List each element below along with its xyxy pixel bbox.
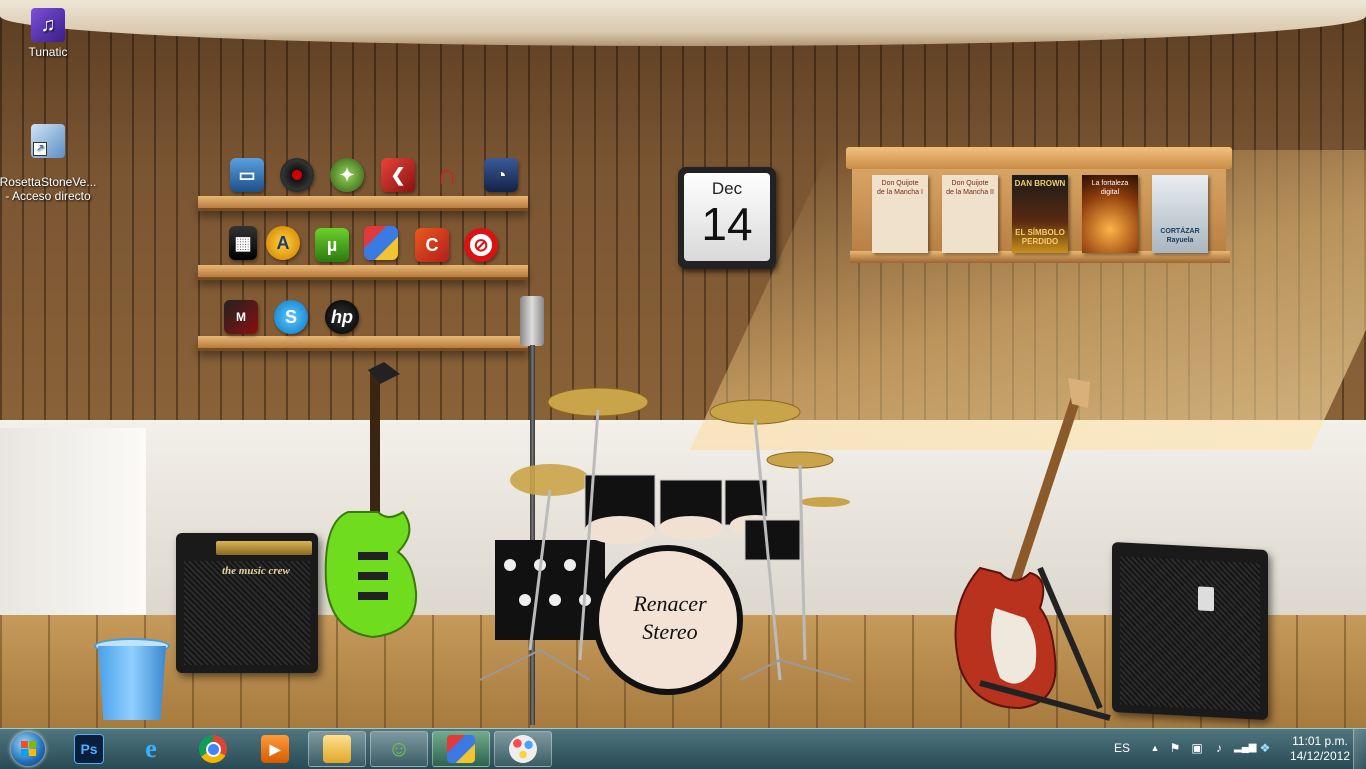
calendar-day: 14 [701,198,753,250]
folder-icon [323,735,351,763]
recycle-bin-icon [98,646,166,720]
bass-guitar [954,378,1111,721]
desktop-icon-label: Tunatic [28,45,68,59]
language-indicator[interactable]: ES [1114,741,1130,755]
rosetta-stone-icon: ↗ [31,124,65,158]
show-desktop-button[interactable] [1353,729,1366,769]
globe-icon[interactable]: ✦ [330,158,364,192]
blackberry-icon[interactable]: ▦ [229,226,257,260]
desktop-icon-tunatic[interactable]: ♫ Tunatic [0,8,98,59]
dropbox-icon[interactable]: ❖ [1258,741,1272,755]
desktop-icon-label: RosettaStoneVe... - Acceso directo [0,175,97,203]
video-converter-icon[interactable]: ◔ [484,158,518,192]
clock-time: 11:01 p.m. [1292,734,1348,748]
paint-palette-icon [509,735,537,763]
media-player-icon: ▶ [261,735,289,763]
taskbar-internet-explorer[interactable]: e [122,731,180,767]
system-tray: ES ▲ ⚑ ▣ ♪ ▂▄▆ ❖ 11:01 p.m. 14/12/2012 [1086,729,1366,769]
photoshop-icon: Ps [74,734,104,764]
drum-logo: Renacer Stereo [633,591,707,644]
computer-icon[interactable]: ▭ [230,158,264,192]
calendar-month: Dec [711,179,743,198]
drum-kit [479,387,851,695]
internet-explorer-icon: e [145,734,157,763]
start-button[interactable] [4,730,52,768]
clock-date: 14/12/2012 [1289,749,1350,763]
hp-icon[interactable]: hp [325,300,359,334]
book-dan-brown[interactable]: DAN BROWN EL SÍMBOLO PERDIDO [1012,175,1068,253]
recycle-bin[interactable] [94,638,170,722]
skype-icon[interactable]: S [274,300,308,334]
show-hidden-icons-icon[interactable]: ▲ [1148,741,1162,755]
bass-amplifier [1112,541,1268,721]
taskbar-messenger[interactable]: ☺ [370,731,428,767]
bookshelf-gadget[interactable]: Don Quijote de la Mancha I Don Quijote de … [846,147,1232,265]
avast-icon[interactable]: A [266,226,300,260]
action-center-flag-icon[interactable]: ⚑ [1168,741,1182,755]
amp-brand: the music crew [222,565,290,577]
taskbar-paint[interactable] [494,731,552,767]
shelf-2 [198,265,528,280]
taskbar-media-player[interactable]: ▶ [246,731,304,767]
ccleaner-icon[interactable]: C [415,228,449,262]
taskbar: Ps e ▶ ☺ ES ▲ ⚑ ▣ ♪ ▂▄▆ ❖ 11:01 p.m. 14/… [0,728,1366,769]
taskbar-photoshop[interactable]: Ps [60,731,118,767]
network-signal-icon[interactable]: ▂▄▆ [1234,741,1256,755]
utorrent-icon[interactable]: µ [315,228,349,262]
book-quijote-1[interactable]: Don Quijote de la Mancha I [872,175,928,253]
microphone [520,296,544,346]
malwarebytes-icon[interactable]: M [224,300,258,334]
headphones-icon[interactable]: ∩ [430,158,464,192]
taskbar-cubes-app[interactable] [432,731,490,767]
no-symbol-icon[interactable]: ⊘ [464,228,498,262]
cubes-icon[interactable] [364,226,398,260]
messenger-icon: ☺ [387,736,411,761]
clock[interactable]: 11:01 p.m. 14/12/2012 [1290,734,1350,764]
vinyl-record-icon[interactable] [280,158,314,192]
book-quijote-2[interactable]: Don Quijote de la Mancha II [942,175,998,253]
desktop-icon-rosetta[interactable]: ↗ RosettaStoneVe... - Acceso directo [0,110,98,217]
taskbar-chrome[interactable] [184,731,242,767]
book-fortaleza[interactable]: La fortaleza digital [1082,175,1138,253]
tunatic-icon: ♫ [31,8,65,42]
safely-remove-hardware-icon[interactable]: ▣ [1190,741,1204,755]
chrome-icon [199,735,227,763]
guitar-amplifier: the music crew [176,533,318,673]
shelf-1 [198,196,528,211]
calendar-gadget[interactable]: Dec 14 [678,167,776,269]
windows-logo-icon [11,732,45,766]
desktop: ♫ Tunatic ↗ RosettaStoneVe... - Acceso d… [0,0,1366,728]
electric-guitar [324,362,418,639]
book-cortazar[interactable]: CORTÁZAR Rayuela [1152,175,1208,253]
cubes-icon [447,735,475,763]
shelf-3 [198,336,528,351]
taskbar-file-explorer[interactable] [308,731,366,767]
volume-icon[interactable]: ♪ [1212,741,1226,755]
slideshow-icon[interactable]: ❮ [381,158,415,192]
